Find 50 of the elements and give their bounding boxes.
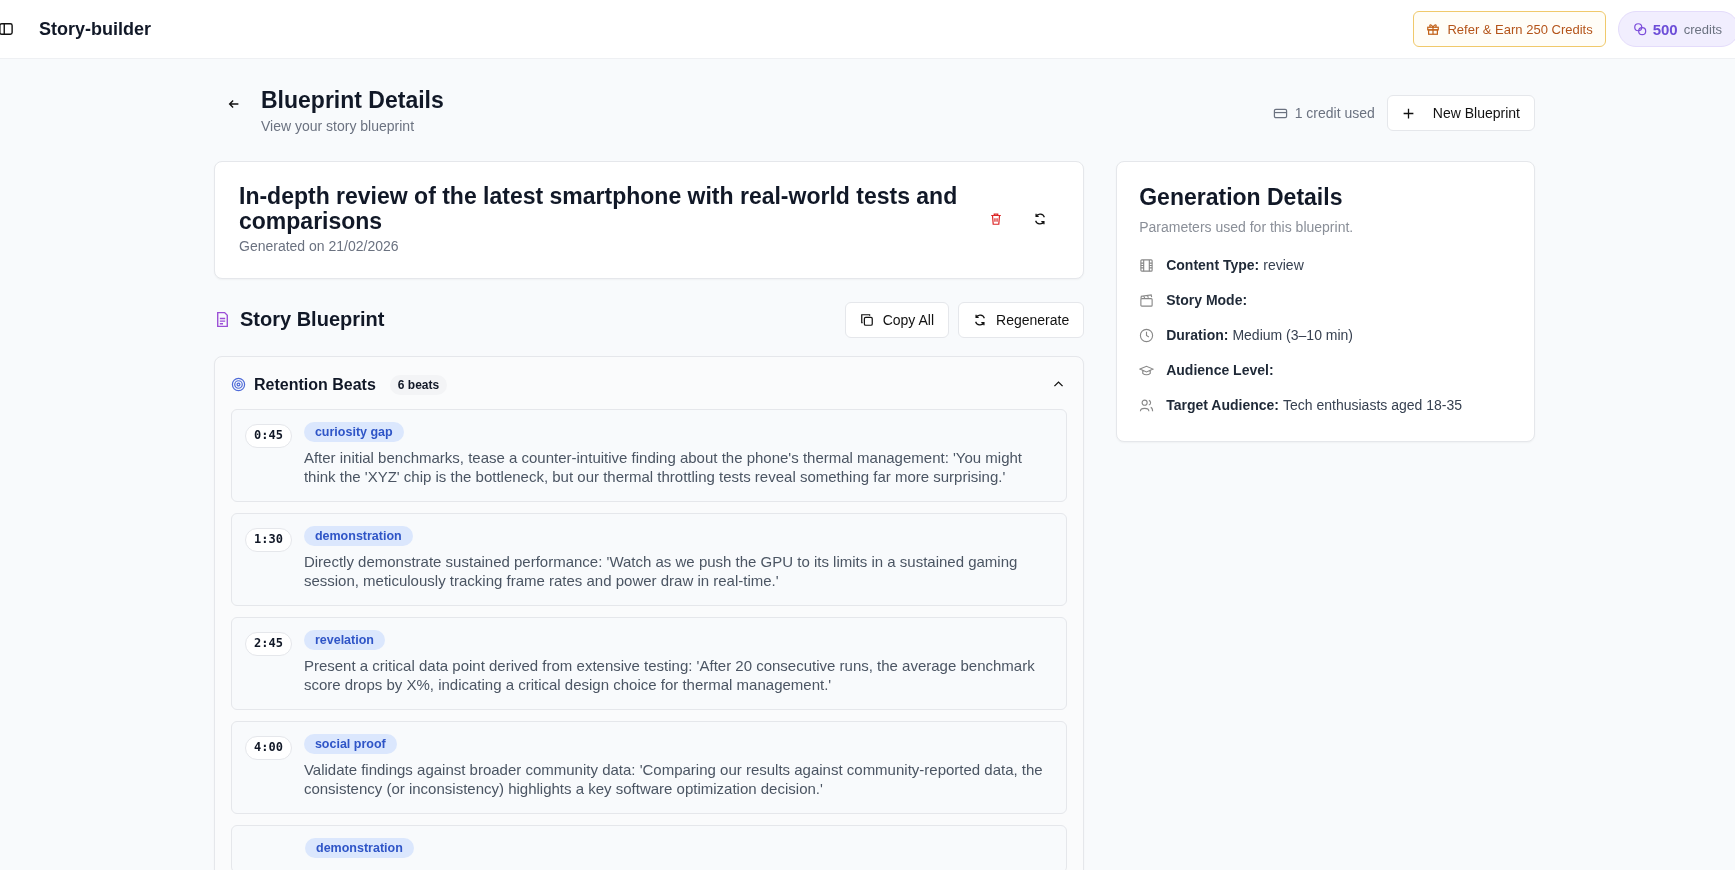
timestamp-badge: 2:45 (245, 631, 292, 656)
clapperboard-icon (1139, 292, 1155, 308)
beat-count-badge: 6 beats (389, 374, 448, 395)
beat-tag: demonstration (305, 837, 414, 858)
beat-tag: curiosity gap (303, 421, 404, 442)
coins-icon (1632, 22, 1647, 36)
detail-text: Audience Level: (1166, 362, 1274, 378)
beat-text: Directly demonstrate sustained performance: 'Watch as we push the GPU to its limits in a sustained gaming session, meticulously tracking frame rates and power draw in real-time.' (303, 551, 1019, 591)
sidebar-toggle-icon[interactable] (0, 22, 13, 36)
section-title: Story Blueprint (240, 308, 385, 332)
beat-text: Present a critical data point derived from extensive testing: 'After 20 consecutive runs, the average benchmark score drops by X%, indicating a critical design choice for thermal management.' (303, 655, 1036, 695)
detail-text: Content Type: review (1166, 257, 1304, 273)
beat-tag: demonstration (303, 525, 413, 546)
page-subtitle: View your story blueprint (261, 118, 416, 134)
back-arrow-icon[interactable] (227, 97, 241, 111)
refresh-icon[interactable] (1033, 211, 1048, 226)
plus-icon (1401, 106, 1415, 120)
timestamp-badge: 0:45 (245, 423, 292, 448)
beat-tag: revelation (303, 629, 385, 650)
refer-button[interactable]: Refer & Earn 250 Credits (1413, 11, 1606, 47)
copy-icon (859, 312, 874, 327)
new-blueprint-button[interactable]: New Blueprint (1386, 95, 1535, 131)
detail-text: Story Mode: (1166, 292, 1248, 308)
document-icon (214, 311, 231, 329)
credit-used-note: 1 credit used (1294, 105, 1375, 121)
timestamp-badge: 1:30 (245, 527, 292, 552)
film-icon (1139, 257, 1155, 273)
page-title: Blueprint Details (261, 87, 444, 114)
retention-title: Retention Beats (254, 375, 376, 394)
app-title: Story-builder (39, 18, 151, 40)
credits-unit: credits (1683, 21, 1722, 37)
beat-tag: social proof (303, 733, 397, 754)
beat-text: After initial benchmarks, tease a counter-intuitive finding about the phone's thermal management: 'You might think the 'XYZ' chip is the bottleneck, but our thermal throttling tests reveal something far more surprising.' (303, 447, 1023, 487)
copy-all-button[interactable]: Copy All (844, 301, 950, 338)
clock-icon (1139, 327, 1155, 343)
details-subtitle: Parameters used for this blueprint. (1139, 219, 1355, 235)
detail-text: Duration: Medium (3–10 min) (1166, 327, 1354, 343)
trash-icon[interactable] (989, 211, 1004, 226)
beat-text: Validate findings against broader community data: 'Comparing our results against community-reported data, the consistency (or inconsistency) highlights a key software optimization decision.' (303, 759, 1044, 799)
regenerate-button[interactable]: Regenerate (958, 301, 1085, 338)
refresh-icon (973, 312, 988, 327)
target-icon (231, 377, 246, 393)
credits-amount: 500 (1652, 20, 1678, 38)
timestamp-badge: 4:00 (245, 735, 292, 760)
gift-icon (1426, 22, 1441, 36)
generated-date: Generated on 21/02/2026 (239, 237, 400, 254)
details-title: Generation Details (1139, 184, 1344, 211)
detail-text: Target Audience: Tech enthusiasts aged 18-35 (1166, 397, 1462, 413)
blueprint-title: In-depth review of the latest smartphone with real-world tests and comparisons (239, 184, 959, 234)
users-icon (1139, 397, 1155, 413)
